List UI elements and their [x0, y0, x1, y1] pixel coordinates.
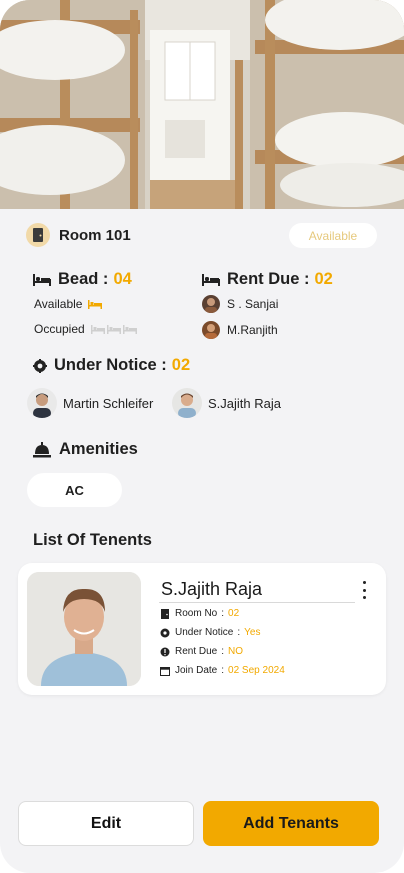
- person-name: S . Sanjai: [227, 297, 279, 311]
- bead-label: Bead :: [58, 270, 109, 288]
- bead-count: 04: [113, 270, 132, 288]
- tenant-card[interactable]: S.Jajith Raja Room No : 02 Under Notice …: [18, 563, 386, 695]
- tenant-name: S.Jajith Raja: [161, 579, 263, 599]
- room-no-value: 02: [228, 608, 240, 619]
- under-notice-count: 02: [171, 356, 191, 374]
- room-header: Room 101: [26, 223, 131, 247]
- rent-due-count: 02: [314, 270, 333, 288]
- tenant-under-notice: Under Notice : Yes: [160, 627, 260, 638]
- under-notice-heading: Under Notice : 02: [33, 356, 190, 375]
- gear-badge-icon: [160, 628, 170, 638]
- rent-due-label: Rent Due :: [227, 270, 310, 288]
- bed-icon: [202, 273, 220, 286]
- gear-badge-icon: [33, 358, 47, 373]
- bead-heading: Bead : 04: [33, 270, 132, 289]
- more-vertical-icon[interactable]: [360, 581, 368, 599]
- tenants-title: List Of Tenents: [33, 531, 152, 549]
- room-no-label: Room No: [175, 608, 218, 619]
- under-notice-label: Under Notice :: [54, 356, 167, 374]
- under-notice-person[interactable]: Martin Schleifer: [27, 388, 153, 418]
- tenant-rent-due: Rent Due : NO: [160, 646, 243, 657]
- under-notice-label: Under Notice: [175, 627, 234, 638]
- amenities-label: Amenities: [59, 440, 138, 458]
- tenants-heading: List Of Tenents: [33, 531, 152, 550]
- person-name: S.Jajith Raja: [208, 395, 281, 411]
- add-tenants-button[interactable]: Add Tenants: [203, 801, 379, 846]
- under-notice-person[interactable]: S.Jajith Raja: [172, 388, 281, 418]
- occupied-beds-icon: [90, 324, 137, 334]
- rent-due-value: NO: [228, 646, 244, 657]
- room-photo: [0, 0, 404, 209]
- rent-due-person[interactable]: S . Sanjai: [202, 295, 278, 313]
- rent-due-heading: Rent Due : 02: [202, 270, 333, 289]
- amenities-heading: Amenities: [33, 440, 138, 459]
- join-date-value: 02 Sep 2024: [228, 665, 285, 676]
- tenant-room-no: Room No : 02: [160, 608, 239, 619]
- tenant-join-date: Join Date : 02 Sep 2024: [160, 665, 285, 676]
- room-status-badge: Available: [289, 223, 377, 248]
- avatar: [172, 388, 202, 418]
- person-name: Martin Schleifer: [63, 395, 154, 411]
- join-date-label: Join Date: [175, 665, 218, 676]
- available-label: Available: [34, 297, 83, 311]
- avatar: [27, 388, 57, 418]
- rent-due-person[interactable]: M.Ranjith: [202, 321, 278, 339]
- available-bed-icon: [88, 299, 103, 309]
- name-divider: [159, 602, 355, 603]
- person-name: M.Ranjith: [227, 323, 278, 337]
- avatar: [202, 321, 220, 339]
- rent-due-label: Rent Due: [175, 646, 218, 657]
- tenant-photo: [27, 572, 141, 686]
- service-bell-icon: [33, 441, 51, 458]
- amenity-chip[interactable]: AC: [27, 473, 122, 507]
- door-small-icon: [160, 608, 170, 619]
- room-title: Room 101: [59, 226, 131, 244]
- door-icon: [26, 223, 50, 247]
- bead-occupied-row: Occupied: [34, 322, 137, 336]
- under-notice-value: Yes: [244, 627, 261, 638]
- bed-icon: [33, 273, 51, 286]
- edit-button[interactable]: Edit: [18, 801, 194, 846]
- bead-available-row: Available: [34, 297, 103, 311]
- room-detail-screen: Room 101 Available Bead : 04 Available O…: [0, 0, 404, 873]
- occupied-label: Occupied: [34, 322, 85, 336]
- calendar-icon: [160, 666, 170, 676]
- avatar: [202, 295, 220, 313]
- alert-icon: [160, 647, 170, 657]
